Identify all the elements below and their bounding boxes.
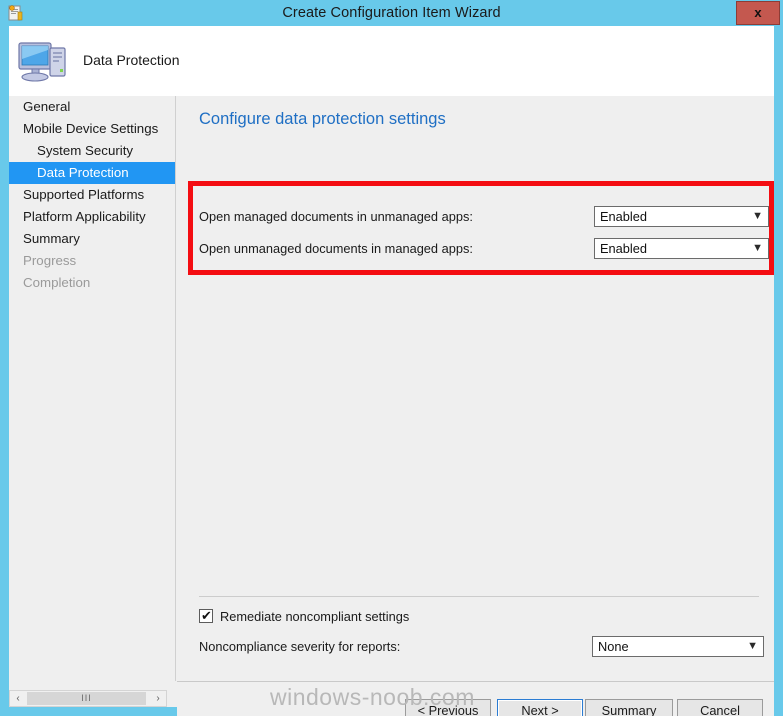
dropdown-noncompliance-severity[interactable]: None ▼ bbox=[592, 636, 764, 657]
next-button[interactable]: Next > bbox=[497, 699, 583, 716]
sidebar-item-summary[interactable]: Summary bbox=[9, 228, 175, 250]
remediate-label: Remediate noncompliant settings bbox=[220, 609, 410, 624]
window-title: Create Configuration Item Wizard bbox=[282, 5, 501, 21]
wizard-sidebar: General Mobile Device Settings System Se… bbox=[9, 96, 176, 681]
checkbox-box[interactable]: ✔ bbox=[199, 608, 213, 623]
wizard-button-bar: < Previous Next > Summary Cancel bbox=[177, 682, 774, 716]
dropdown-value-managed-in-unmanaged: Enabled bbox=[600, 209, 647, 224]
client-area: Data Protection General Mobile Device Se… bbox=[9, 26, 774, 716]
setting-label-unmanaged-in-managed: Open unmanaged documents in managed apps… bbox=[199, 241, 473, 256]
sidebar-item-progress: Progress bbox=[23, 253, 77, 268]
close-button[interactable]: x bbox=[736, 1, 780, 25]
sidebar-item-data-protection[interactable]: Data Protection bbox=[9, 162, 175, 184]
setting-row-unmanaged-in-managed: Open unmanaged documents in managed apps… bbox=[199, 238, 769, 260]
wizard-header: Data Protection bbox=[9, 26, 774, 96]
chevron-down-icon: ▼ bbox=[747, 640, 758, 652]
wizard-window: Create Configuration Item Wizard x Data … bbox=[0, 0, 783, 716]
sidebar-item-mobile-device-settings[interactable]: Mobile Device Settings bbox=[9, 118, 175, 140]
sidebar-item-completion: Completion bbox=[23, 275, 91, 290]
sidebar-item-system-security[interactable]: System Security bbox=[9, 140, 175, 162]
annotation-highlight-box bbox=[188, 181, 774, 275]
page-title: Configure data protection settings bbox=[199, 110, 446, 128]
scrollbar-thumb[interactable]: III bbox=[27, 692, 146, 705]
horizontal-scrollbar[interactable]: ‹ III › bbox=[9, 690, 167, 707]
previous-button[interactable]: < Previous bbox=[405, 699, 491, 716]
section-divider bbox=[199, 596, 759, 597]
sidebar-item-general[interactable]: General bbox=[9, 96, 175, 118]
dropdown-open-managed-in-unmanaged[interactable]: Enabled ▼ bbox=[594, 206, 769, 227]
cancel-button[interactable]: Cancel bbox=[677, 699, 763, 716]
title-bar: Create Configuration Item Wizard x bbox=[0, 0, 783, 26]
dropdown-value-severity: None bbox=[598, 639, 629, 654]
checkmark-icon: ✔ bbox=[201, 608, 212, 623]
chevron-down-icon: ▼ bbox=[752, 242, 763, 254]
severity-label: Noncompliance severity for reports: bbox=[199, 639, 401, 654]
dropdown-open-unmanaged-in-managed[interactable]: Enabled ▼ bbox=[594, 238, 769, 259]
sidebar-item-platform-applicability[interactable]: Platform Applicability bbox=[9, 206, 175, 228]
scroll-right-arrow-icon[interactable]: › bbox=[150, 691, 166, 706]
setting-row-managed-in-unmanaged: Open managed documents in unmanaged apps… bbox=[199, 206, 769, 228]
summary-button[interactable]: Summary bbox=[585, 699, 673, 716]
content-pane: Configure data protection settings Open … bbox=[177, 96, 774, 681]
header-title: Data Protection bbox=[83, 52, 180, 68]
computer-icon bbox=[17, 35, 69, 87]
chevron-down-icon: ▼ bbox=[752, 210, 763, 222]
scroll-left-arrow-icon[interactable]: ‹ bbox=[10, 691, 26, 706]
setting-row-noncompliance-severity: Noncompliance severity for reports: None… bbox=[199, 636, 764, 658]
setting-label-managed-in-unmanaged: Open managed documents in unmanaged apps… bbox=[199, 209, 473, 224]
dropdown-value-unmanaged-in-managed: Enabled bbox=[600, 241, 647, 256]
sidebar-item-supported-platforms[interactable]: Supported Platforms bbox=[9, 184, 175, 206]
